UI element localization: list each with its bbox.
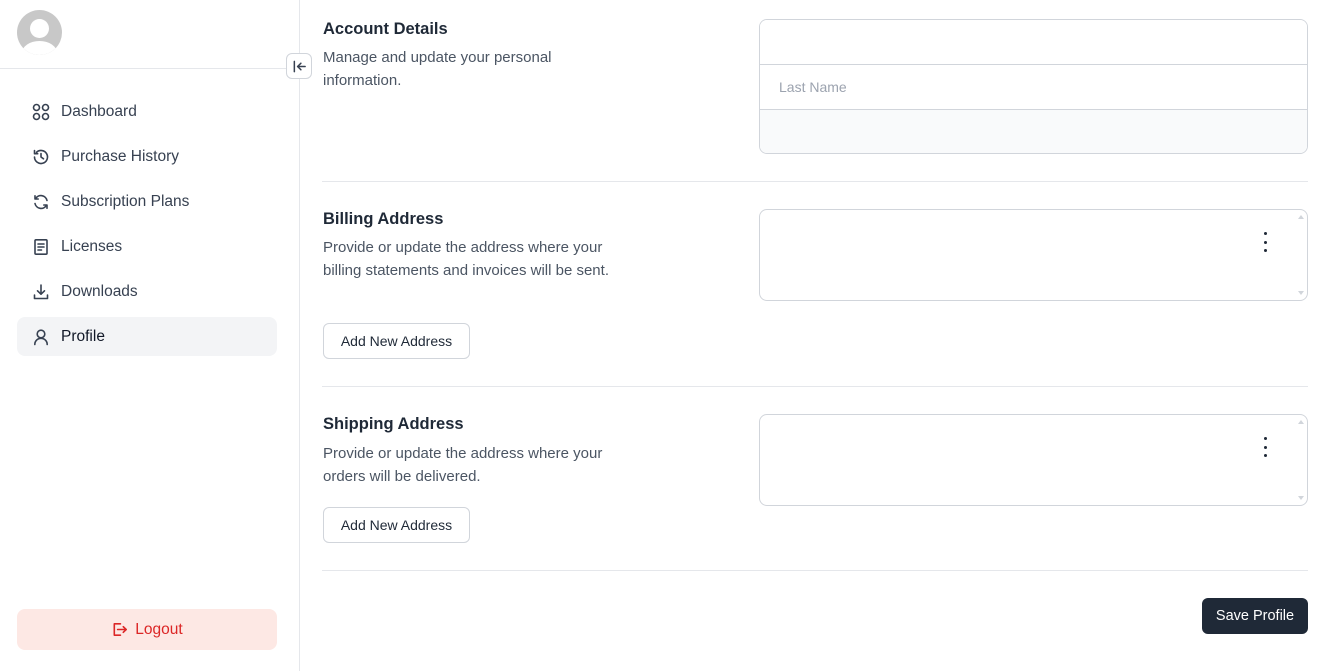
collapse-left-icon: [293, 60, 306, 72]
avatar-body-shape: [22, 41, 57, 55]
sidebar-nav: Dashboard Purchase History Subscription …: [17, 92, 277, 362]
billing-address-title: Billing Address: [323, 210, 444, 228]
document-icon: [32, 238, 50, 256]
sidebar-item-dashboard[interactable]: Dashboard: [17, 92, 277, 131]
dashboard-grid-icon: [32, 103, 50, 121]
sidebar-item-label: Profile: [61, 327, 105, 345]
sidebar-divider: [0, 68, 299, 69]
account-details-form: [759, 19, 1308, 154]
account-details-title: Account Details: [323, 20, 448, 38]
save-profile-button[interactable]: Save Profile: [1202, 598, 1308, 634]
shipping-address-list[interactable]: [759, 414, 1308, 506]
sidebar-item-purchase-history[interactable]: Purchase History: [17, 137, 277, 176]
section-divider: [322, 181, 1308, 182]
logout-icon: [113, 623, 128, 636]
billing-address-description: Provide or update the address where your…: [323, 239, 609, 279]
sidebar-item-label: Licenses: [61, 237, 123, 255]
logout-label: Logout: [135, 620, 183, 638]
shipping-address-description: Provide or update the address where your…: [323, 445, 603, 485]
shipping-address-title: Shipping Address: [323, 415, 464, 433]
sidebar-item-subscription-plans[interactable]: Subscription Plans: [17, 182, 277, 221]
history-icon: [32, 148, 50, 166]
section-divider: [322, 386, 1308, 387]
sidebar-item-label: Subscription Plans: [61, 192, 190, 210]
sidebar-item-label: Downloads: [61, 282, 138, 300]
billing-address-list[interactable]: [759, 209, 1308, 301]
scroll-down-arrow[interactable]: [1298, 291, 1304, 295]
first-name-field[interactable]: [760, 20, 1307, 65]
account-details-description: Manage and update your personal informat…: [323, 49, 552, 89]
more-options-icon[interactable]: [1258, 437, 1272, 457]
sidebar-item-downloads[interactable]: Downloads: [17, 272, 277, 311]
more-options-icon[interactable]: [1258, 232, 1272, 252]
last-name-field[interactable]: [760, 65, 1307, 110]
download-icon: [32, 283, 50, 301]
add-shipping-address-button[interactable]: Add New Address: [323, 507, 470, 543]
add-billing-address-button[interactable]: Add New Address: [323, 323, 470, 359]
avatar[interactable]: [17, 10, 62, 55]
sidebar: Dashboard Purchase History Subscription …: [0, 0, 300, 671]
section-divider: [322, 570, 1308, 571]
scroll-up-arrow[interactable]: [1298, 420, 1304, 424]
email-field[interactable]: [760, 110, 1307, 153]
avatar-head-shape: [30, 19, 49, 38]
refresh-icon: [32, 193, 50, 211]
sidebar-item-label: Dashboard: [61, 102, 137, 120]
scroll-up-arrow[interactable]: [1298, 215, 1304, 219]
logout-button[interactable]: Logout: [17, 609, 277, 650]
collapse-sidebar-button[interactable]: [286, 53, 312, 79]
scroll-down-arrow[interactable]: [1298, 496, 1304, 500]
sidebar-item-profile[interactable]: Profile: [17, 317, 277, 356]
sidebar-item-licenses[interactable]: Licenses: [17, 227, 277, 266]
user-icon: [32, 328, 50, 346]
sidebar-item-label: Purchase History: [61, 147, 180, 165]
